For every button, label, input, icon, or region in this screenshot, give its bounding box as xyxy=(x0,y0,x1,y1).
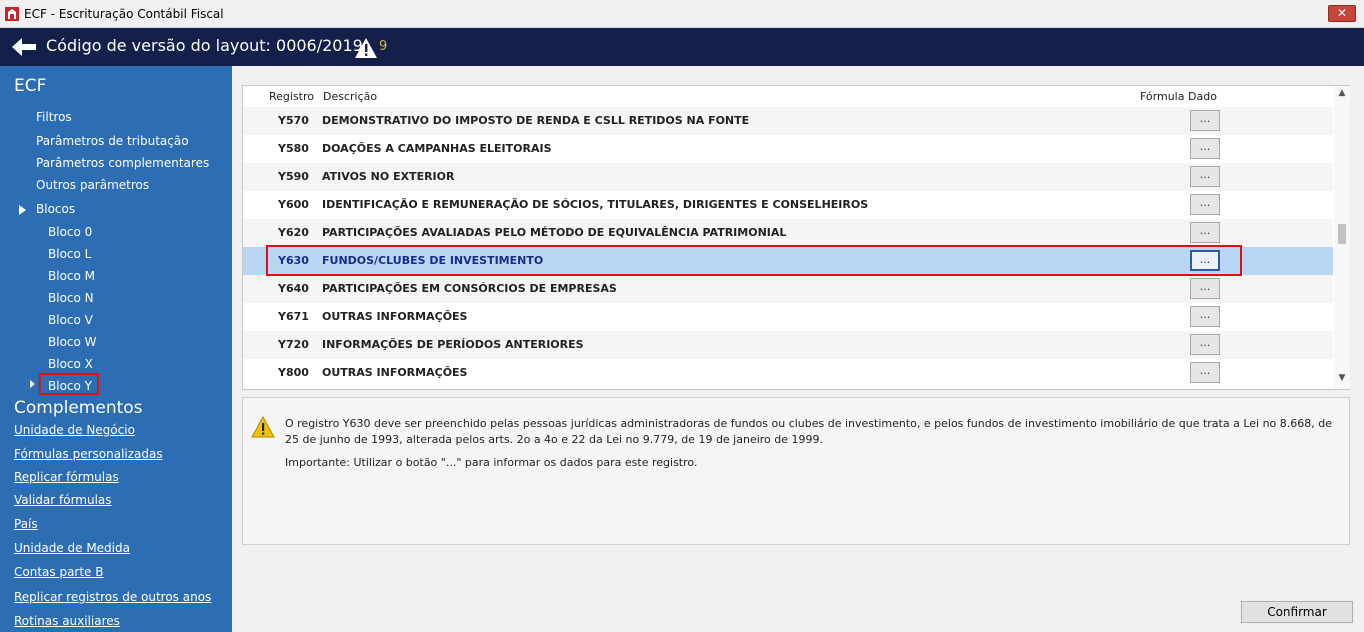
sidebar: ECF Filtros Parâmetros de tributação Par… xyxy=(0,66,232,632)
registro-code: Y600 xyxy=(278,198,309,211)
info-panel: O registro Y630 deve ser preenchido pela… xyxy=(242,397,1350,545)
highlight-box xyxy=(266,245,1242,276)
dado-button[interactable]: ... xyxy=(1190,222,1220,243)
window-titlebar: ECF - Escrituração Contábil Fiscal ✕ xyxy=(0,0,1364,28)
sidebar-section-ecf: ECF xyxy=(14,76,47,96)
highlight-box xyxy=(39,373,99,395)
column-header-formula[interactable]: Fórmula xyxy=(1140,90,1184,103)
sidebar-item-blocos[interactable]: Blocos xyxy=(36,202,75,216)
column-header-dado[interactable]: Dado xyxy=(1188,90,1217,103)
table-row[interactable]: Y590 ATIVOS NO EXTERIOR ... xyxy=(243,163,1333,191)
sidebar-item-bloco-l[interactable]: Bloco L xyxy=(48,247,91,261)
sidebar-link-unidade-medida[interactable]: Unidade de Medida xyxy=(14,541,130,555)
sidebar-item-bloco-n[interactable]: Bloco N xyxy=(48,291,94,305)
scroll-up-icon[interactable]: ▲ xyxy=(1334,88,1350,102)
table-row[interactable]: Y720 INFORMAÇÕES DE PERÍODOS ANTERIORES … xyxy=(243,331,1333,359)
sidebar-item-bloco-0[interactable]: Bloco 0 xyxy=(48,225,92,239)
vertical-scrollbar[interactable]: ▲ ▼ xyxy=(1334,86,1350,389)
sidebar-link-rotinas-auxiliares[interactable]: Rotinas auxiliares xyxy=(14,614,120,628)
registro-code: Y570 xyxy=(278,114,309,127)
dado-button[interactable]: ... xyxy=(1190,138,1220,159)
table-row[interactable]: Y671 OUTRAS INFORMAÇÕES ... xyxy=(243,303,1333,331)
dado-button[interactable]: ... xyxy=(1190,334,1220,355)
sidebar-link-unidade-negocio[interactable]: Unidade de Negócio xyxy=(14,423,135,437)
sidebar-link-replicar-formulas[interactable]: Replicar fórmulas xyxy=(14,470,119,484)
sidebar-item-filtros[interactable]: Filtros xyxy=(36,110,72,124)
sidebar-link-contas-parte-b[interactable]: Contas parte B xyxy=(14,565,104,579)
registro-description: OUTRAS INFORMAÇÕES xyxy=(322,310,468,323)
table-row[interactable]: Y800 OUTRAS INFORMAÇÕES ... xyxy=(243,359,1333,387)
registro-code: Y590 xyxy=(278,170,309,183)
registro-description: IDENTIFICAÇÃO E REMUNERAÇÃO DE SÓCIOS, T… xyxy=(322,198,869,211)
info-description: O registro Y630 deve ser preenchido pela… xyxy=(285,417,1333,446)
app-logo-icon xyxy=(5,7,19,21)
registro-code: Y620 xyxy=(278,226,309,239)
column-header-registro[interactable]: Registro xyxy=(269,90,314,103)
confirm-button[interactable]: Confirmar xyxy=(1241,601,1353,623)
sidebar-link-validar-formulas[interactable]: Validar fórmulas xyxy=(14,493,112,507)
app-header: Código de versão do layout: 0006/2019 9 xyxy=(0,28,1364,66)
dado-button[interactable]: ... xyxy=(1190,306,1220,327)
expand-arrow-icon[interactable] xyxy=(30,380,35,388)
registro-code: Y580 xyxy=(278,142,309,155)
registro-code: Y720 xyxy=(278,338,309,351)
close-button[interactable]: ✕ xyxy=(1328,5,1356,22)
registro-code: Y671 xyxy=(278,310,309,323)
dado-button[interactable]: ... xyxy=(1190,278,1220,299)
sidebar-link-pais[interactable]: País xyxy=(14,517,38,531)
dado-button[interactable]: ... xyxy=(1190,110,1220,131)
table-row[interactable]: Y620 PARTICIPAÇÕES AVALIADAS PELO MÉTODO… xyxy=(243,219,1333,247)
registro-description: INFORMAÇÕES DE PERÍODOS ANTERIORES xyxy=(322,338,584,351)
registro-description: PARTICIPAÇÕES AVALIADAS PELO MÉTODO DE E… xyxy=(322,226,787,239)
scrollbar-thumb[interactable] xyxy=(1338,224,1346,244)
column-header-descricao[interactable]: Descrição xyxy=(323,90,377,103)
registro-description: OUTRAS INFORMAÇÕES xyxy=(322,366,468,379)
sidebar-item-outros-parametros[interactable]: Outros parâmetros xyxy=(36,178,149,192)
registro-description: ATIVOS NO EXTERIOR xyxy=(322,170,455,183)
sidebar-item-bloco-x[interactable]: Bloco X xyxy=(48,357,93,371)
warning-icon[interactable] xyxy=(354,37,378,59)
registros-table: Registro Descrição Fórmula Dado Y570 DEM… xyxy=(242,85,1350,390)
expand-arrow-icon[interactable] xyxy=(19,205,26,215)
main-content: Registro Descrição Fórmula Dado Y570 DEM… xyxy=(232,66,1364,632)
warning-icon xyxy=(251,416,275,438)
registro-code: Y640 xyxy=(278,282,309,295)
page-title: Código de versão do layout: 0006/2019 xyxy=(46,36,363,55)
sidebar-item-bloco-m[interactable]: Bloco M xyxy=(48,269,95,283)
registro-code: Y800 xyxy=(278,366,309,379)
table-header: Registro Descrição Fórmula Dado xyxy=(243,86,1333,107)
table-row[interactable]: Y570 DEMONSTRATIVO DO IMPOSTO DE RENDA E… xyxy=(243,107,1333,135)
sidebar-item-bloco-v[interactable]: Bloco V xyxy=(48,313,93,327)
table-row[interactable]: Y640 PARTICIPAÇÕES EM CONSÓRCIOS DE EMPR… xyxy=(243,275,1333,303)
warning-count-badge[interactable]: 9 xyxy=(379,39,387,54)
table-row[interactable]: Y580 DOAÇÕES A CAMPANHAS ELEITORAIS ... xyxy=(243,135,1333,163)
sidebar-item-parametros-tributacao[interactable]: Parâmetros de tributação xyxy=(36,134,189,148)
sidebar-item-bloco-w[interactable]: Bloco W xyxy=(48,335,97,349)
back-arrow-icon[interactable] xyxy=(10,36,38,58)
dado-button[interactable]: ... xyxy=(1190,362,1220,383)
registro-description: DEMONSTRATIVO DO IMPOSTO DE RENDA E CSLL… xyxy=(322,114,750,127)
info-important: Importante: Utilizar o botão "..." para … xyxy=(285,456,698,469)
registro-description: DOAÇÕES A CAMPANHAS ELEITORAIS xyxy=(322,142,552,155)
sidebar-section-complementos: Complementos xyxy=(14,398,143,418)
sidebar-link-replicar-registros[interactable]: Replicar registros de outros anos xyxy=(14,590,211,604)
table-row[interactable]: Y600 IDENTIFICAÇÃO E REMUNERAÇÃO DE SÓCI… xyxy=(243,191,1333,219)
registro-description: PARTICIPAÇÕES EM CONSÓRCIOS DE EMPRESAS xyxy=(322,282,617,295)
dado-button[interactable]: ... xyxy=(1190,166,1220,187)
window-title: ECF - Escrituração Contábil Fiscal xyxy=(24,7,224,21)
sidebar-link-formulas-personalizadas[interactable]: Fórmulas personalizadas xyxy=(14,447,163,461)
dado-button[interactable]: ... xyxy=(1190,194,1220,215)
sidebar-item-parametros-complementares[interactable]: Parâmetros complementares xyxy=(36,156,209,170)
scroll-down-icon[interactable]: ▼ xyxy=(1334,373,1350,387)
